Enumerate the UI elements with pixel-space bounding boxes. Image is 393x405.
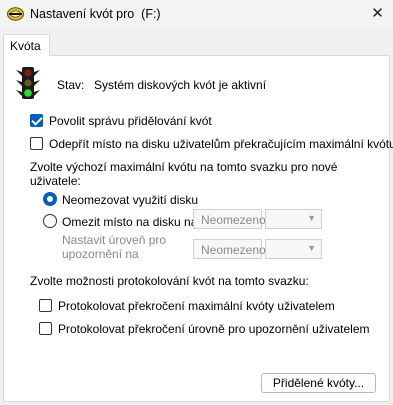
- log-limit-label: Protokolovat překročení maximální kvóty …: [58, 299, 335, 313]
- deny-space-label: Odepřít místo na disku uživatelům překra…: [49, 137, 393, 151]
- status-value: Systém diskových kvót je aktivní: [94, 78, 267, 92]
- no-limit-label: Neomezovat využití disku: [62, 193, 199, 207]
- limit-value-field[interactable]: Neomezeno: [193, 209, 266, 229]
- log-warning-label: Protokolovat překročení úrovně pro upozo…: [58, 322, 370, 336]
- quota-entries-button[interactable]: Přidělené kvóty...: [261, 373, 376, 393]
- title-bar: Nastavení kvót pro (F:) ✕: [0, 0, 393, 30]
- drive-icon: [7, 7, 24, 21]
- enable-quota-checkbox[interactable]: [30, 114, 43, 127]
- enable-quota-label: Povolit správu přidělování kvót: [49, 114, 212, 128]
- window-title: Nastavení kvót pro (F:): [30, 7, 161, 21]
- close-button[interactable]: ✕: [362, 0, 393, 28]
- chevron-down-icon: ▼: [307, 243, 316, 253]
- close-icon: ✕: [371, 5, 384, 22]
- tab-quota[interactable]: Kvóta: [3, 34, 50, 56]
- log-warning-checkbox[interactable]: [39, 322, 52, 335]
- warning-value-field[interactable]: Neomezeno: [193, 239, 266, 259]
- status-label: Stav:: [57, 78, 85, 92]
- traffic-light-icon: [16, 67, 40, 99]
- warning-unit-dropdown[interactable]: ▼: [265, 239, 322, 259]
- limit-space-label: Omezit místo na disku na: [62, 215, 198, 229]
- default-quota-heading-line1: Zvolte výchozí maximální kvótu na tomto …: [30, 160, 338, 174]
- no-limit-radio[interactable]: [43, 192, 57, 206]
- default-quota-heading-line2: uživatele:: [30, 174, 81, 188]
- limit-unit-dropdown[interactable]: ▼: [265, 209, 322, 229]
- warning-level-label-line2: upozornění na: [62, 247, 139, 261]
- warning-level-label-line1: Nastavit úroveň pro: [62, 233, 167, 247]
- limit-space-radio[interactable]: [43, 214, 57, 228]
- logging-heading: Zvolte možnosti protokolování kvót na to…: [30, 274, 309, 288]
- log-limit-checkbox[interactable]: [39, 299, 52, 312]
- chevron-down-icon: ▼: [307, 213, 316, 223]
- tab-label: Kvóta: [10, 39, 41, 53]
- deny-space-checkbox[interactable]: [30, 137, 43, 150]
